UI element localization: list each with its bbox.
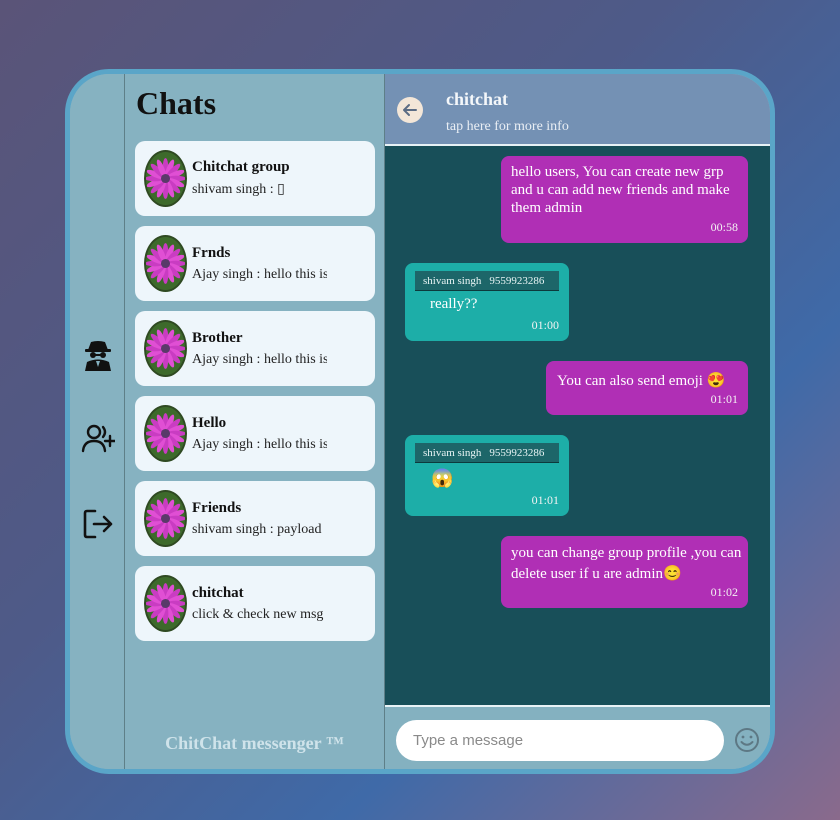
icon-rail [70,74,125,769]
outgoing-message: hello users, You can create new grp and … [501,156,748,243]
message-text: really?? [430,296,478,312]
sender-info: shivam singh 9559923286 [415,443,559,463]
chat-name: Brother [192,329,243,346]
back-arrow-icon[interactable] [397,97,423,123]
message-text: you can change group profile ,you can de… [511,545,742,582]
message-text: hello users, You can create new grp and … [511,164,730,216]
chat-last-message: Ajay singh : hello this is [192,436,327,452]
chat-name: Frnds [192,244,231,261]
chat-list-panel: Chats Chitchat group shivam singh : ▯ Fr… [125,74,385,769]
emoji-icon[interactable] [734,727,760,753]
group-avatar [144,405,187,462]
group-avatar [144,150,187,207]
message-input[interactable] [396,720,724,761]
message-text: You can also send emoji 😍 [557,373,726,389]
chat-list-item[interactable]: Chitchat group shivam singh : ▯ [135,141,375,216]
chat-last-message: Ajay singh : hello this is [192,351,327,367]
sender-phone: 9559923286 [489,446,545,459]
group-avatar [144,235,187,292]
chat-list-item[interactable]: chitchat click & check new msg [135,566,375,641]
group-avatar [144,320,187,377]
message-time: 01:00 [531,318,559,332]
composer [385,709,770,769]
sender-phone: 9559923286 [489,274,545,287]
brand-footer: ChitChat messenger ™ [165,733,344,753]
outgoing-message: You can also send emoji 😍 01:01 [546,361,748,415]
group-avatar [144,490,187,547]
message-time: 01:01 [710,392,738,406]
message-time: 01:01 [531,493,559,507]
chat-list-item[interactable]: Friends shivam singh : payload [135,481,375,556]
chat-list-item[interactable]: Frnds Ajay singh : hello this is [135,226,375,301]
chat-header[interactable]: chitchat tap here for more info [385,74,770,146]
incoming-message: shivam singh 9559923286 really?? 01:00 [405,263,569,341]
chat-title: chitchat [446,89,508,109]
chat-name: Hello [192,414,227,431]
message-text: 😱 [431,468,454,488]
chats-heading: Chats [136,85,217,121]
incoming-message: shivam singh 9559923286 😱 01:01 [405,435,569,516]
message-list[interactable]: hello users, You can create new grp and … [385,146,770,707]
chat-name: Chitchat group [192,159,290,175]
sender-name: shivam singh [423,274,482,287]
chat-last-message: shivam singh : ▯ [192,182,285,197]
chat-name: Friends [192,499,242,516]
sender-name: shivam singh [423,446,482,459]
add-user-icon[interactable] [81,422,115,456]
conversation-panel: chitchat tap here for more info hello us… [385,74,770,769]
chat-info-link[interactable]: tap here for more info [446,119,569,135]
chat-last-message: click & check new msg [192,606,324,622]
sender-info: shivam singh 9559923286 [415,271,559,291]
chat-last-message: shivam singh : payload [192,521,322,537]
group-avatar [144,575,187,632]
app-window: Chats Chitchat group shivam singh : ▯ Fr… [65,69,775,774]
chat-list-item[interactable]: Brother Ajay singh : hello this is [135,311,375,386]
incognito-user-icon[interactable] [81,337,115,371]
logout-icon[interactable] [81,507,115,541]
message-time: 00:58 [710,220,738,234]
chat-name: chitchat [192,584,244,601]
chat-last-message: Ajay singh : hello this is [192,266,327,282]
message-time: 01:02 [710,585,738,599]
outgoing-message: you can change group profile ,you can de… [501,536,748,608]
chat-list-item[interactable]: Hello Ajay singh : hello this is [135,396,375,471]
